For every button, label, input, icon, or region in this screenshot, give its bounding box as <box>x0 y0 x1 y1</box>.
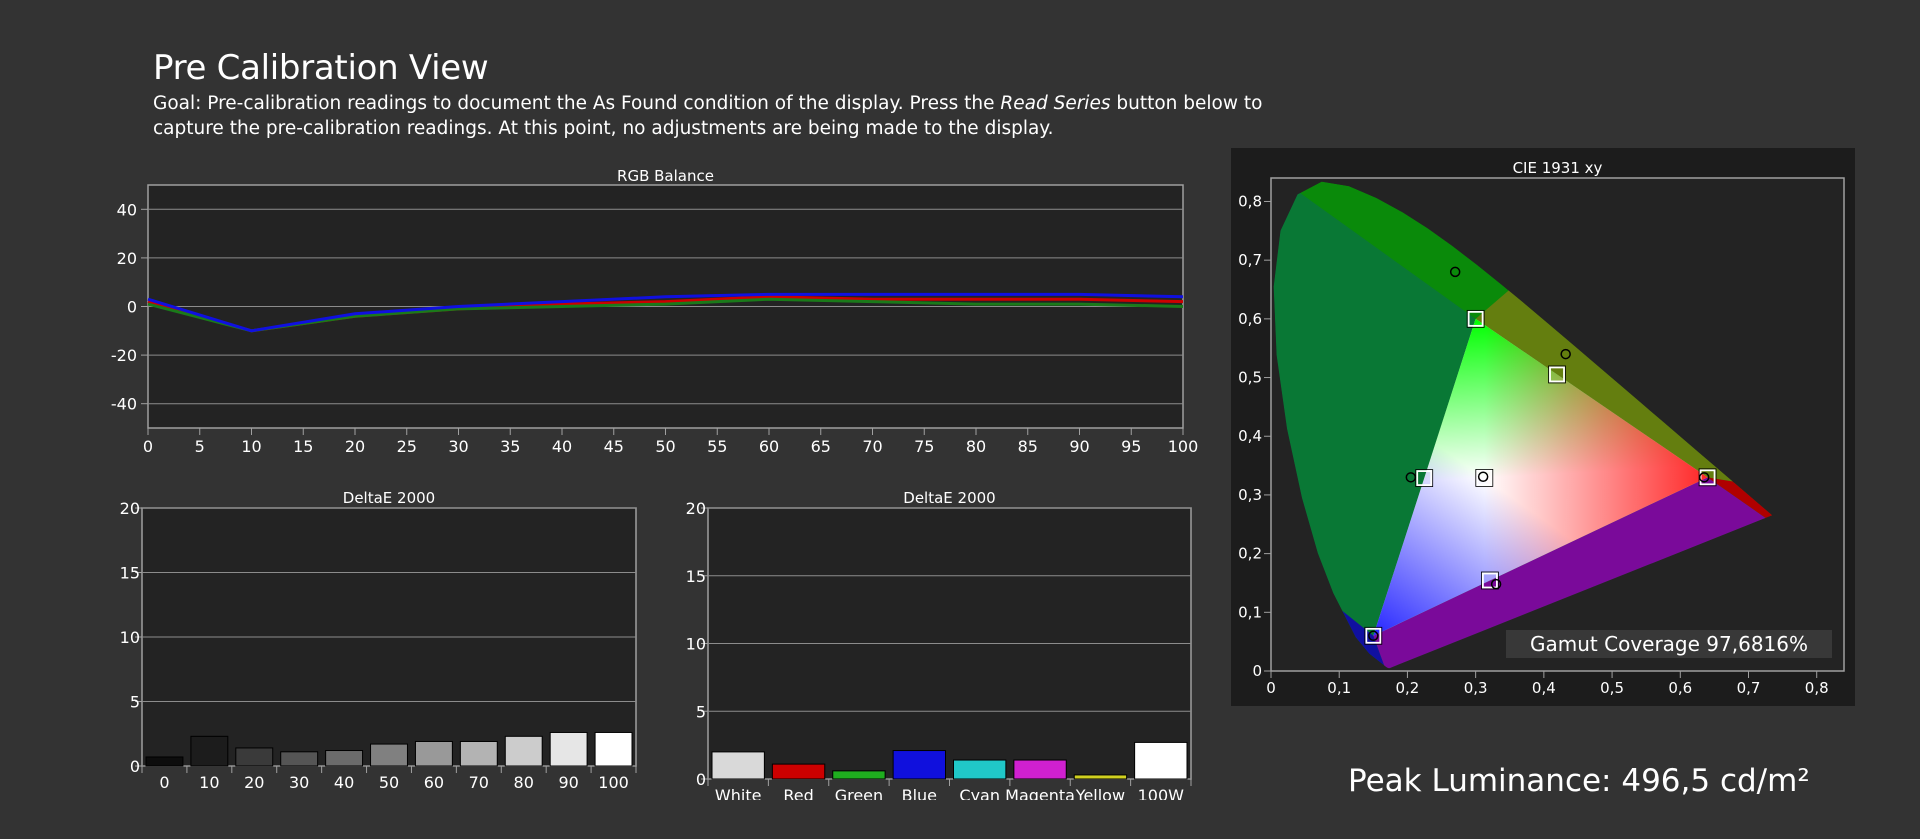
x-tick-label: 100W <box>1138 786 1185 800</box>
y-tick-label: 0 <box>1252 662 1262 680</box>
x-tick-label: 0,1 <box>1327 679 1351 697</box>
y-tick-label: 0,7 <box>1238 251 1262 269</box>
y-tick-label: 0,5 <box>1238 369 1262 387</box>
bar <box>771 763 826 780</box>
x-tick-label: Red <box>783 786 813 800</box>
bar <box>711 751 765 780</box>
cie-1931-chart: CIE 1931 xy 0 0,1 0,2 0,3 0,4 0,5 0,6 0,7 0,8 0,8 0… <box>1238 159 1845 697</box>
x-tick-label: 0,8 <box>1805 679 1829 697</box>
chart-title: CIE 1931 xy <box>1513 159 1603 177</box>
x-tick-label: White <box>715 786 762 800</box>
x-tick-label: 0,6 <box>1668 679 1692 697</box>
x-tick-label: 0,4 <box>1532 679 1556 697</box>
x-tick-label: 0,7 <box>1737 679 1761 697</box>
bar <box>1134 741 1188 780</box>
peak-luminance: Peak Luminance: 496,5 cd/m² <box>1348 763 1810 799</box>
x-tick-label: Blue <box>902 786 937 800</box>
bar <box>892 750 946 780</box>
y-tick-label: 0,8 <box>1238 192 1262 210</box>
y-tick-label: 0,6 <box>1238 310 1262 328</box>
y-tick-label: 0,1 <box>1238 603 1262 621</box>
y-tick-label: 0,4 <box>1238 427 1262 445</box>
y-tick-label: 0,2 <box>1238 545 1262 563</box>
x-tick-label: Green <box>835 786 883 800</box>
gamut-coverage-label: Gamut Coverage 97,6816% <box>1530 632 1808 656</box>
x-tick-label: Cyan <box>959 786 1000 800</box>
x-tick-label: 0,2 <box>1395 679 1419 697</box>
x-tick-label: 0 <box>1266 679 1276 697</box>
bar <box>953 759 1007 780</box>
x-tick-label: Magenta <box>1005 786 1075 800</box>
y-tick-label: 0 <box>696 770 706 789</box>
x-tick-label: 0,3 <box>1464 679 1488 697</box>
bar <box>1073 774 1128 780</box>
x-tick-label: 0,5 <box>1600 679 1624 697</box>
bar <box>832 770 886 780</box>
bar <box>1013 759 1067 780</box>
y-tick-label: 0,3 <box>1238 486 1262 504</box>
x-tick-label: Yellow <box>1075 786 1125 800</box>
